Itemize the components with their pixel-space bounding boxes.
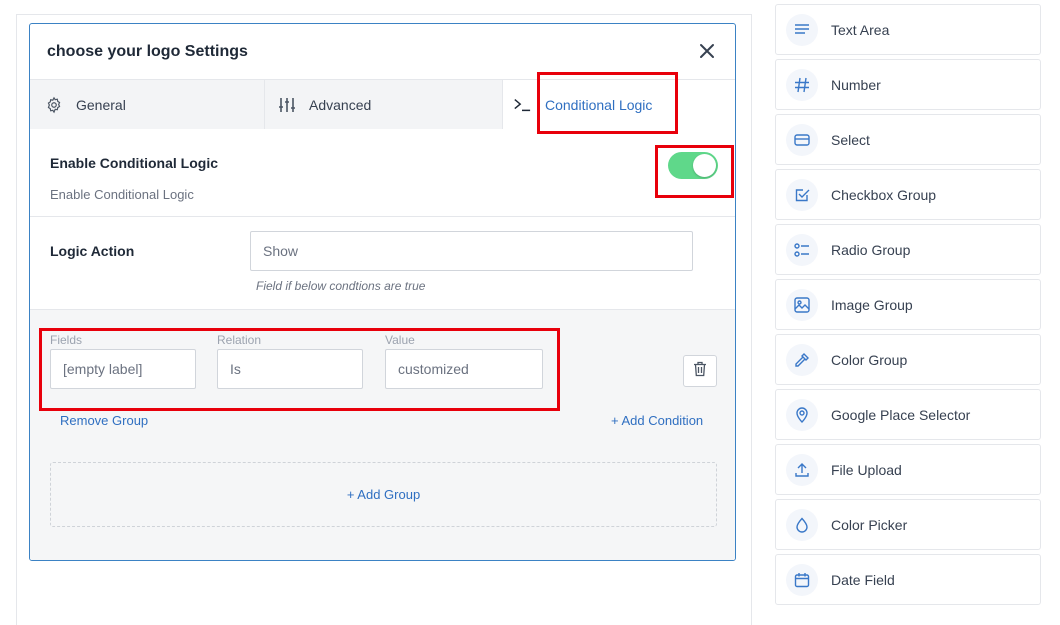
field-type-label: Text Area — [831, 22, 890, 38]
condition-value-input[interactable]: customized — [385, 349, 543, 389]
condition-relation-select[interactable]: Is — [217, 349, 363, 389]
image-icon — [786, 289, 818, 321]
modal-title: choose your logo Settings — [47, 43, 248, 60]
field-type-label: Radio Group — [831, 242, 911, 258]
enable-conditional-logic-section: Enable Conditional Logic Enable Conditio… — [30, 128, 735, 217]
field-type-google-place-selector[interactable]: Google Place Selector — [775, 389, 1041, 440]
enable-conditional-logic-toggle[interactable] — [668, 152, 718, 179]
tab-conditional-logic-label: Conditional Logic — [545, 96, 653, 113]
field-type-checkbox-group[interactable]: Checkbox Group — [775, 169, 1041, 220]
droplet-icon — [786, 509, 818, 541]
enable-conditional-logic-help: Enable Conditional Logic — [50, 187, 194, 202]
field-type-label: Date Field — [831, 572, 895, 588]
enable-conditional-logic-title: Enable Conditional Logic — [50, 155, 218, 171]
field-type-label: Google Place Selector — [831, 407, 971, 423]
checkbox-icon — [786, 179, 818, 211]
field-type-text-area[interactable]: Text Area — [775, 4, 1041, 55]
logic-action-section: Logic Action Show Field if below condtio… — [30, 217, 735, 310]
terminal-icon — [513, 96, 531, 114]
tab-general[interactable]: General — [30, 80, 265, 129]
sliders-icon — [278, 96, 296, 114]
eyedropper-icon — [786, 344, 818, 376]
modal-header: choose your logo Settings — [30, 24, 735, 79]
field-type-number[interactable]: Number — [775, 59, 1041, 110]
tab-advanced[interactable]: Advanced — [265, 80, 503, 129]
field-type-label: Number — [831, 77, 881, 93]
condition-group: Fields Relation Value [empty label] Is c… — [30, 310, 735, 560]
field-type-label: Color Group — [831, 352, 908, 368]
close-icon[interactable] — [697, 41, 717, 61]
field-type-date-field[interactable]: Date Field — [775, 554, 1041, 605]
calendar-icon — [786, 564, 818, 596]
tab-advanced-label: Advanced — [309, 96, 372, 113]
add-group-button[interactable]: + Add Group — [50, 462, 717, 527]
add-condition-link[interactable]: + Add Condition — [611, 413, 703, 428]
trash-icon — [693, 361, 707, 382]
tab-general-label: General — [76, 96, 126, 113]
field-type-color-picker[interactable]: Color Picker — [775, 499, 1041, 550]
upload-icon — [786, 454, 818, 486]
remove-group-link[interactable]: Remove Group — [60, 413, 148, 428]
fields-column-label: Fields — [50, 333, 83, 347]
field-type-color-group[interactable]: Color Group — [775, 334, 1041, 385]
toggle-knob — [693, 154, 716, 177]
field-type-label: Select — [831, 132, 870, 148]
field-type-file-upload[interactable]: File Upload — [775, 444, 1041, 495]
field-type-select[interactable]: Select — [775, 114, 1041, 165]
delete-condition-button[interactable] — [683, 355, 717, 387]
radio-list-icon — [786, 234, 818, 266]
hash-icon — [786, 69, 818, 101]
value-column-label: Value — [385, 333, 415, 347]
field-type-label: File Upload — [831, 462, 902, 478]
text-area-icon — [786, 14, 818, 46]
field-type-label: Image Group — [831, 297, 913, 313]
field-settings-modal: choose your logo Settings General Advanc… — [29, 23, 736, 561]
gear-icon — [45, 96, 63, 114]
field-type-image-group[interactable]: Image Group — [775, 279, 1041, 330]
map-pin-icon — [786, 399, 818, 431]
select-icon — [786, 124, 818, 156]
relation-column-label: Relation — [217, 333, 262, 347]
add-group-label: + Add Group — [346, 487, 421, 502]
logic-action-label: Logic Action — [50, 243, 135, 259]
field-type-label: Checkbox Group — [831, 187, 937, 203]
field-type-label: Color Picker — [831, 517, 908, 533]
tab-conditional-logic[interactable]: Conditional Logic — [503, 80, 735, 129]
settings-tabs: General Advanced Conditional Logic — [30, 79, 735, 129]
logic-action-select[interactable]: Show — [250, 231, 693, 271]
logic-action-hint: Field if below condtions are true — [256, 279, 426, 293]
condition-field-select[interactable]: [empty label] — [50, 349, 196, 389]
field-type-radio-group[interactable]: Radio Group — [775, 224, 1041, 275]
